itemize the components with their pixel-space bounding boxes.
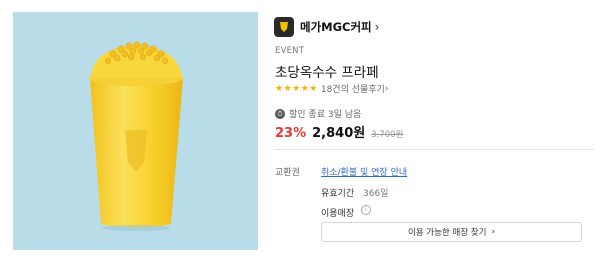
- frappe-cup-illustration: [89, 41, 183, 231]
- original-price: 3,700원: [371, 130, 404, 140]
- sale-price: 2,840원: [312, 126, 366, 141]
- store-label: 이용매장: [321, 209, 355, 219]
- brand-name: 메가MGC커피: [300, 20, 372, 34]
- brand-logo-icon: [274, 17, 294, 37]
- brand-link[interactable]: 메가MGC커피 ›: [274, 17, 379, 37]
- product-image: [13, 12, 258, 250]
- info-icon[interactable]: i: [361, 205, 371, 215]
- chevron-right-icon: ›: [491, 227, 496, 237]
- product-title: 초당옥수수 프라페: [275, 65, 379, 81]
- clock-icon: ⏱: [275, 108, 285, 119]
- divider: [274, 149, 594, 150]
- validity-value: 366일: [363, 189, 389, 199]
- sale-notice: ⏱ 할인 종료 3일 남음: [275, 107, 361, 120]
- rating-row[interactable]: ★★★★★ 18건의 선물후기 ›: [275, 82, 389, 96]
- chevron-right-icon: ›: [374, 20, 380, 34]
- star-rating-icon: ★★★★★: [275, 83, 318, 94]
- review-count-link[interactable]: 18건의 선물후기: [321, 82, 385, 95]
- exchange-label: 교환권: [275, 168, 300, 178]
- find-store-button[interactable]: 이용 가능한 매장 찾기 ›: [321, 222, 582, 242]
- price-row: 23% 2,840원 3,700원: [275, 122, 403, 141]
- discount-rate: 23%: [275, 126, 307, 141]
- sale-notice-text: 할인 종료 3일 남음: [289, 110, 362, 120]
- find-store-button-label: 이용 가능한 매장 찾기: [407, 228, 487, 238]
- event-tag: EVENT: [275, 46, 305, 56]
- validity-label: 유효기간: [321, 189, 355, 199]
- refund-info-link[interactable]: 취소/환불 및 연장 안내: [321, 165, 407, 178]
- chevron-right-icon: ›: [384, 83, 389, 94]
